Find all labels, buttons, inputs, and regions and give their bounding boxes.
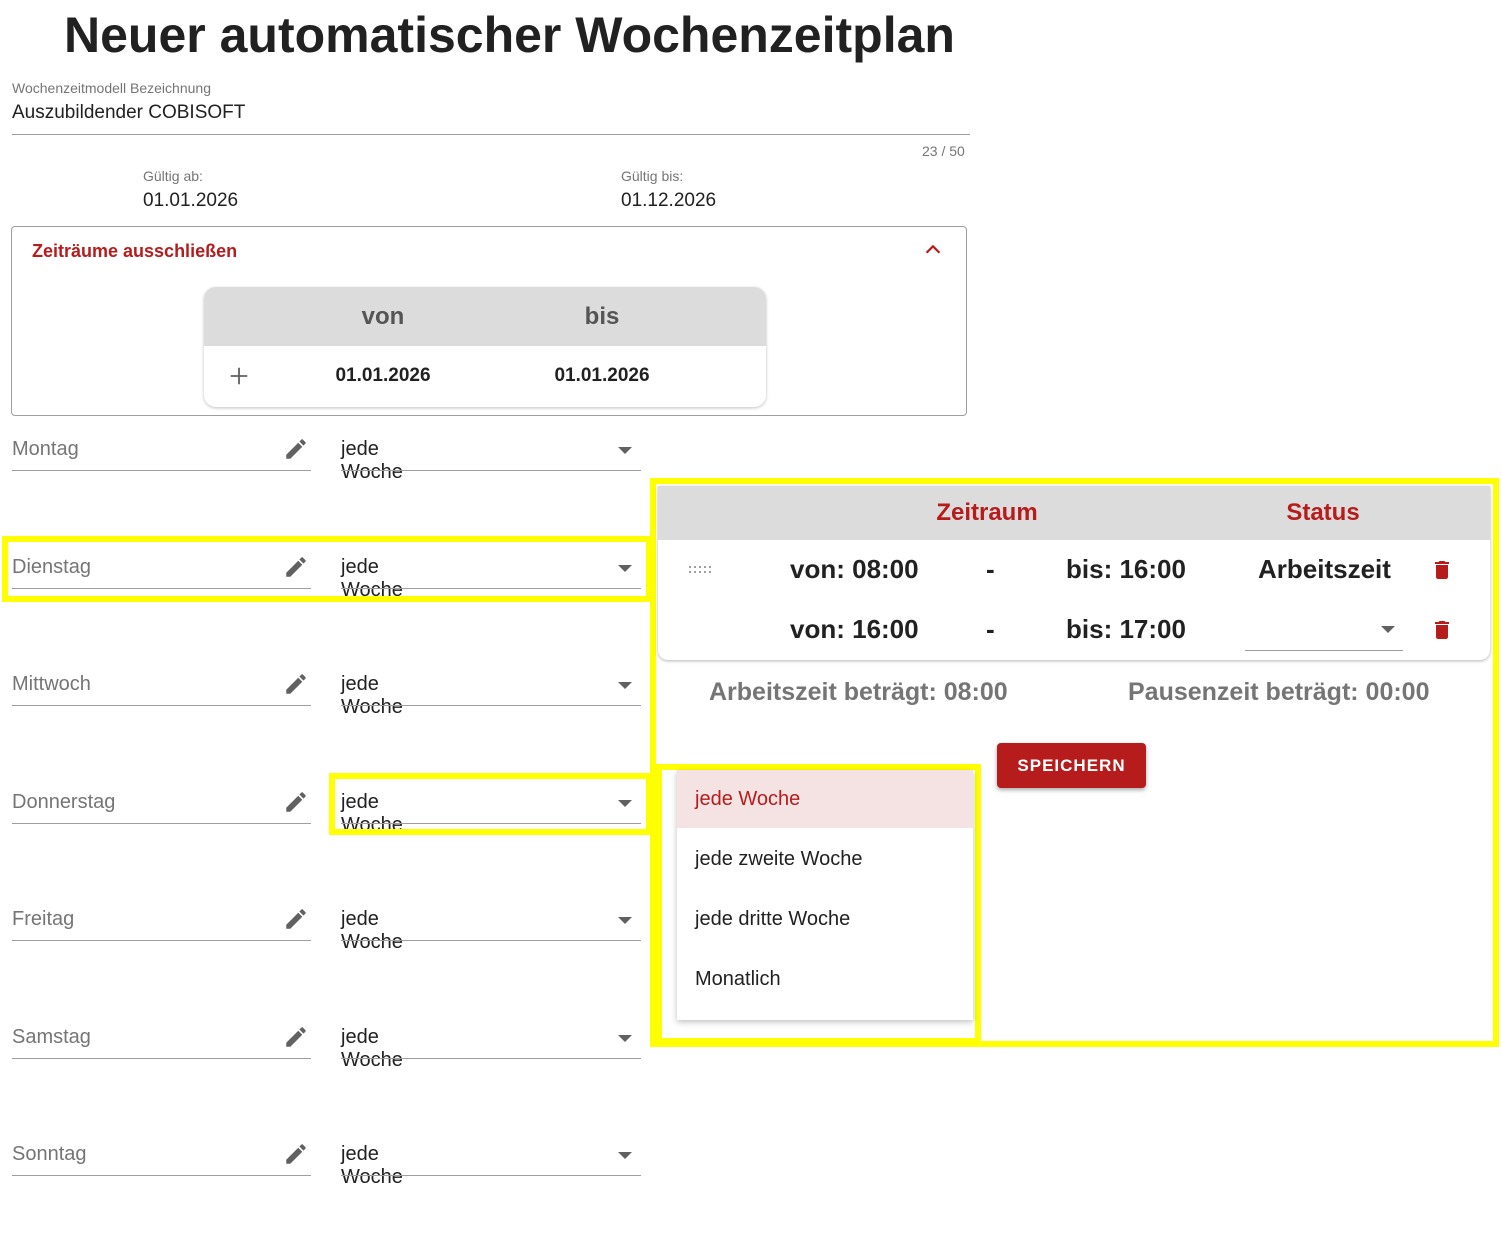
highlight-dienstag-row <box>2 536 652 602</box>
frequency-select-underline <box>341 470 641 471</box>
day-name-underline <box>12 823 311 824</box>
add-icon[interactable] <box>228 365 250 387</box>
page-title: Neuer automatischer Wochenzeitplan <box>64 7 955 63</box>
menu-item-biweekly[interactable]: jede zweite Woche <box>677 830 973 888</box>
day-name-input[interactable]: Sonntag <box>12 1143 87 1166</box>
exclude-table-header: von bis <box>204 287 766 346</box>
frequency-select-underline <box>341 940 641 941</box>
pencil-icon[interactable] <box>283 671 309 697</box>
day-name-input[interactable]: Samstag <box>12 1026 91 1049</box>
col-from-header: von <box>361 303 405 330</box>
exclude-from-date[interactable]: 01.01.2026 <box>283 365 483 387</box>
delete-icon[interactable] <box>1430 558 1454 582</box>
menu-item-triweekly[interactable]: jede dritte Woche <box>677 890 973 948</box>
frequency-select[interactable]: jede Woche <box>341 438 403 484</box>
valid-to-label: Gültig bis: <box>621 168 684 184</box>
caret-down-icon[interactable] <box>618 1035 632 1042</box>
frequency-select-underline <box>341 1058 641 1059</box>
highlight-donnerstag-select <box>329 773 652 835</box>
frequency-select-underline <box>341 705 641 706</box>
row2-to[interactable]: bis: 17:00 <box>1066 614 1186 645</box>
col-period-header: Zeitraum <box>936 499 1038 526</box>
row1-dash: - <box>986 554 995 584</box>
col-to-header: bis <box>584 303 620 330</box>
day-name-underline <box>12 940 311 941</box>
caret-down-icon[interactable] <box>618 1152 632 1159</box>
day-name-underline <box>12 1058 311 1059</box>
day-name-input[interactable]: Montag <box>12 438 79 461</box>
day-name-underline <box>12 1175 311 1176</box>
frequency-select[interactable]: jede Woche <box>341 908 403 954</box>
frequency-select[interactable]: jede Woche <box>341 1143 403 1189</box>
day-name-input[interactable]: Donnerstag <box>12 791 115 814</box>
valid-from-label: Gültig ab: <box>143 168 203 184</box>
day-name-underline <box>12 470 311 471</box>
time-period-table: Zeitraum Status von: 08:00 - bis: 16:00 … <box>658 486 1490 660</box>
exclude-periods-table: von bis 01.01.2026 01.01.2026 <box>204 287 766 407</box>
pencil-icon[interactable] <box>283 1141 309 1167</box>
row1-from[interactable]: von: 08:00 <box>790 554 919 585</box>
exclude-periods-title[interactable]: Zeiträume ausschließen <box>32 241 237 262</box>
row2-dash: - <box>986 614 995 644</box>
name-field-label: Wochenzeitmodell Bezeichnung <box>12 80 211 96</box>
pencil-icon[interactable] <box>283 1024 309 1050</box>
frequency-select-underline <box>341 1175 641 1176</box>
work-time-total: Arbeitszeit beträgt: 08:00 <box>709 678 1008 706</box>
menu-item-weekly[interactable]: jede Woche <box>677 770 973 828</box>
pencil-icon[interactable] <box>283 789 309 815</box>
time-period-header: Zeitraum Status <box>658 486 1490 540</box>
caret-down-icon[interactable] <box>618 447 632 454</box>
save-button[interactable]: SPEICHERN <box>997 743 1146 788</box>
pencil-icon[interactable] <box>283 436 309 462</box>
caret-down-icon[interactable] <box>618 917 632 924</box>
caret-down-icon[interactable] <box>618 682 632 689</box>
pencil-icon[interactable] <box>283 906 309 932</box>
menu-item-monthly[interactable]: Monatlich <box>677 950 973 1008</box>
row1-status[interactable]: Arbeitszeit <box>1258 554 1391 585</box>
char-counter: 23 / 50 <box>922 143 965 159</box>
day-name-input[interactable]: Freitag <box>12 908 74 931</box>
row2-from[interactable]: von: 16:00 <box>790 614 919 645</box>
name-input-underline <box>12 134 970 135</box>
exclude-to-date[interactable]: 01.01.2026 <box>502 365 702 387</box>
col-status-header: Status <box>1286 499 1360 526</box>
drag-handle-icon[interactable] <box>688 565 714 575</box>
break-time-total: Pausenzeit beträgt: 00:00 <box>1128 678 1430 706</box>
name-input[interactable]: Auszubildender COBISOFT <box>12 102 245 124</box>
frequency-select[interactable]: jede Woche <box>341 673 403 719</box>
row1-to[interactable]: bis: 16:00 <box>1066 554 1186 585</box>
exclude-periods-panel: Zeiträume ausschließen von bis 01.01.202… <box>11 226 967 416</box>
delete-icon[interactable] <box>1430 618 1454 642</box>
row2-status-select[interactable] <box>1245 606 1403 651</box>
chevron-up-icon[interactable] <box>922 239 944 261</box>
valid-from-date[interactable]: 01.01.2026 <box>143 190 238 212</box>
day-name-underline <box>12 705 311 706</box>
day-name-input[interactable]: Mittwoch <box>12 673 91 696</box>
valid-to-date[interactable]: 01.12.2026 <box>621 190 716 212</box>
frequency-select[interactable]: jede Woche <box>341 1026 403 1072</box>
caret-down-icon <box>1381 626 1395 633</box>
frequency-dropdown-menu: jede Woche jede zweite Woche jede dritte… <box>677 770 973 1020</box>
